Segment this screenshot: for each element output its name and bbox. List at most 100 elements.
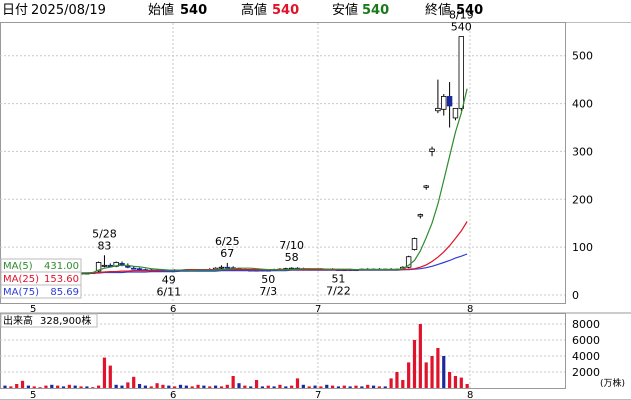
volume-tick-label: 2000	[572, 366, 600, 379]
month-label: 8	[467, 304, 473, 315]
volume-bar	[436, 348, 440, 388]
volume-bar	[418, 324, 422, 388]
volume-bar	[79, 386, 83, 388]
volume-bar	[208, 386, 212, 388]
candle-body	[218, 266, 225, 269]
volume-bar	[149, 386, 153, 388]
volume-bar	[266, 385, 270, 388]
volume-bar	[254, 380, 259, 388]
price-pane-frame	[0, 22, 566, 304]
chart-grid	[0, 23, 565, 388]
volume-tick-label: 8000	[572, 318, 600, 331]
volume-bar	[132, 376, 136, 388]
volume-bar	[219, 386, 224, 388]
candlestick-chart[interactable]: 0 100 200 300 400 500 2000 4000 6000 8000 (万株) 5 5 6 6…	[0, 0, 631, 400]
volume-tick-label: 4000	[572, 350, 600, 363]
volume-bar	[161, 384, 165, 388]
volume-bar	[202, 385, 206, 388]
annotation-date: 6/11	[156, 286, 181, 299]
candle-body	[411, 238, 418, 250]
volume-bar	[44, 385, 48, 388]
annotation-value: 58	[285, 251, 299, 264]
volume-bar	[284, 386, 288, 388]
axis-labels: 0 100 200 300 400 500 2000 4000 6000 8000 (万株) 5 5 6 6…	[30, 50, 625, 400]
volume-bar	[143, 385, 147, 388]
ma-legend-value: 153.60	[44, 274, 79, 285]
candle-body	[417, 214, 424, 217]
price-tick-label: 0	[572, 289, 579, 302]
volume-bar	[120, 385, 124, 388]
volume-bar	[401, 380, 405, 388]
volume-bar	[272, 386, 276, 388]
volume-bar	[50, 384, 54, 388]
volume-bar	[260, 386, 264, 388]
volume-bar	[442, 356, 446, 388]
volume-bar	[360, 386, 364, 388]
price-tick-label: 300	[572, 145, 593, 158]
month-label: 6	[170, 304, 176, 315]
volume-bar	[97, 385, 101, 388]
volume-bar	[102, 357, 107, 388]
volume-bar	[307, 386, 311, 388]
volume-bar	[407, 362, 411, 388]
volume-legend-value: 328,900株	[40, 314, 91, 327]
volume-bar	[167, 385, 171, 388]
candle-body	[125, 265, 131, 268]
annotation-date: 7/3	[259, 285, 277, 298]
stock-chart-widget: 日付 2025/08/19 始値 540 高値 540 安値 540 終値 54…	[0, 0, 631, 400]
volume-bar	[61, 386, 66, 388]
month-label: 7	[315, 390, 321, 400]
volume-bar	[184, 385, 188, 388]
volume-bar	[465, 384, 469, 388]
volume-bar	[73, 385, 77, 388]
candle-body	[224, 266, 230, 269]
volume-bar	[231, 376, 235, 388]
chart-legend: MA(5) 431.00 MA(25) 153.60 MA(75) 85.69 出来高 328…	[0, 258, 98, 328]
volume-bar	[67, 384, 71, 388]
volume-bar	[290, 385, 294, 388]
volume-bar	[32, 386, 36, 388]
volume-bar	[214, 385, 218, 388]
chart-frames	[0, 22, 631, 400]
price-tick-label: 400	[572, 98, 593, 111]
volume-bar	[331, 385, 335, 388]
volume-bar	[325, 384, 329, 388]
volume-bar	[354, 385, 358, 388]
annotation-date: 5/28	[92, 227, 117, 240]
candle-body	[435, 107, 441, 112]
ma-legend-value: 85.69	[50, 287, 79, 298]
volume-bar	[278, 384, 282, 388]
volume-bar	[395, 372, 399, 388]
volume-unit-label: (万株)	[600, 377, 625, 389]
annotation-date: 7/10	[279, 239, 304, 252]
annotation-date: 7/22	[326, 285, 351, 298]
month-label: 5	[30, 390, 36, 400]
volume-bar	[91, 387, 95, 388]
candle-body	[446, 95, 453, 107]
volume-bar	[295, 378, 300, 388]
volume-bar	[20, 380, 25, 388]
price-tick-label: 500	[572, 50, 593, 63]
month-label: 8	[467, 390, 473, 400]
volume-bar	[366, 384, 370, 388]
volume-bar	[126, 382, 130, 388]
volume-legend-label: 出来高	[3, 314, 33, 327]
candle-body	[441, 95, 447, 110]
volume-bar	[155, 383, 159, 388]
volume-bar	[26, 385, 30, 388]
volume-bar	[108, 365, 112, 388]
volume-bar	[173, 386, 177, 388]
ma-legend-value: 431.00	[44, 261, 79, 272]
volume-bar	[38, 387, 42, 388]
volume-bar	[389, 378, 393, 388]
volume-bar	[301, 384, 305, 388]
candle-body	[130, 267, 137, 270]
volume-bar	[56, 385, 60, 388]
price-tick-label: 200	[572, 193, 593, 206]
volume-bar	[243, 385, 247, 388]
volume-bar	[383, 386, 387, 388]
ma-legend-label: MA(75)	[3, 287, 39, 298]
volume-bar	[459, 377, 463, 388]
volume-bar	[137, 384, 142, 388]
volume-bar	[448, 372, 452, 388]
